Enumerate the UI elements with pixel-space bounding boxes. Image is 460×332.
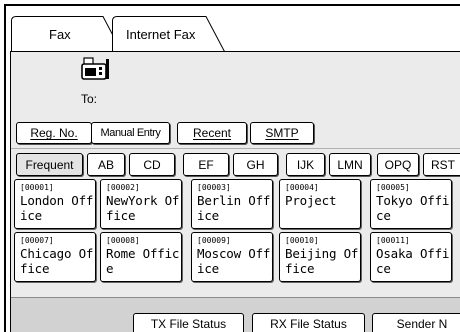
bottom-bar: TX File Status RX File Status Sender N (11, 297, 460, 332)
entry-number: [00002] (106, 183, 140, 192)
destination-area[interactable]: To: (11, 52, 460, 117)
entry-number: [00007] (20, 236, 54, 245)
entry-name-line2: fice (285, 261, 315, 276)
entry-name-line1: Chicago Of (20, 246, 94, 261)
entry-name-line2: ce (376, 208, 391, 223)
tx-file-status-label: TX File Status (150, 317, 227, 331)
entry-name-line1: Osaka Offi (376, 246, 450, 261)
tab-fax[interactable]: Fax (11, 16, 123, 53)
entry-number: [00008] (106, 236, 140, 245)
index-tab-label: LMN (337, 158, 363, 172)
smtp-label: SMTP (265, 126, 299, 140)
sender-name-button[interactable]: Sender N (372, 313, 460, 332)
entry-name-line1: NewYork Of (106, 193, 180, 208)
entry-name-line2: fice (20, 261, 50, 276)
entry-number: [00004] (285, 183, 319, 192)
entry-name-line1: Moscow Off (197, 246, 271, 261)
index-tab-label: Frequent (25, 158, 74, 172)
index-tab-label: RST (431, 158, 455, 172)
tab-internet-fax[interactable]: Internet Fax (112, 16, 226, 53)
index-tab-ijk[interactable]: IJK (286, 153, 325, 176)
entry-name-line2: ice (197, 261, 219, 276)
index-tab-ef[interactable]: EF (183, 153, 229, 176)
index-tab-label: EF (198, 158, 214, 172)
index-tab-rst[interactable]: RST (423, 153, 460, 176)
index-tab-cd[interactable]: CD (129, 153, 175, 176)
tab-fax-label: Fax (49, 27, 71, 42)
destination-entry[interactable]: [00002] NewYork Of fice (100, 179, 182, 229)
index-tab-opq[interactable]: OPQ (377, 153, 419, 176)
entry-name-line1: Beijing Of (285, 246, 359, 261)
internet-fax-panel: To: Reg. No. Manual Entry Recent SMTP Fr… (10, 51, 460, 332)
destination-entry[interactable]: [00011] Osaka Offi ce (370, 232, 452, 282)
index-tab-ab[interactable]: AB (87, 153, 125, 176)
entry-number: [00010] (285, 236, 319, 245)
entry-name-line2: fice (106, 208, 136, 223)
destination-entry[interactable]: [00010] Beijing Of fice (279, 232, 361, 282)
index-tab-lmn[interactable]: LMN (329, 153, 371, 176)
entry-name-line2: e (106, 261, 114, 276)
recent-label: Recent (192, 126, 232, 140)
destination-entry[interactable]: [00008] Rome Offic e (100, 232, 182, 282)
entry-name-line1: London Off (20, 193, 94, 208)
tab-internet-fax-label: Internet Fax (126, 27, 196, 42)
index-tab-label: IJK (296, 158, 315, 172)
index-tab-gh[interactable]: GH (233, 153, 278, 176)
rx-file-status-label: RX File Status (270, 317, 347, 331)
entry-name-line1: Rome Offic (106, 246, 180, 261)
index-tab-frequent[interactable]: Frequent (16, 153, 83, 176)
fax-machine-icon (81, 57, 109, 80)
entry-name-line1: Tokyo Offi (376, 193, 450, 208)
destination-entry[interactable]: [00009] Moscow Off ice (191, 232, 273, 282)
reg-no-button[interactable]: Reg. No. (16, 122, 92, 144)
manual-entry-label: Manual Entry (100, 127, 161, 139)
manual-entry-button[interactable]: Manual Entry (91, 122, 170, 144)
entry-name-line1: Project (285, 193, 337, 208)
entry-number: [00003] (197, 183, 231, 192)
index-tab-label: OPQ (384, 158, 412, 172)
entry-number: [00011] (376, 236, 410, 245)
entry-name-line2: ice (20, 208, 42, 223)
destination-entry[interactable]: [00005] Tokyo Offi ce (370, 179, 452, 229)
tx-file-status-button[interactable]: TX File Status (133, 313, 244, 332)
entry-number: [00009] (197, 236, 231, 245)
recent-button[interactable]: Recent (177, 122, 247, 144)
divider (11, 148, 460, 149)
sender-name-label: Sender N (396, 317, 448, 331)
destination-entry[interactable]: [00003] Berlin Off ice (191, 179, 273, 229)
to-label: To: (81, 92, 98, 106)
index-tab-label: AB (97, 158, 114, 172)
destination-entry[interactable]: [00004] Project (279, 179, 361, 229)
rx-file-status-button[interactable]: RX File Status (252, 313, 365, 332)
index-tab-label: GH (246, 158, 265, 172)
entry-name-line2: ce (376, 261, 391, 276)
destination-entry[interactable]: [00007] Chicago Of fice (14, 232, 96, 282)
index-tab-label: CD (143, 158, 161, 172)
entry-name-line2: ice (197, 208, 219, 223)
smtp-button[interactable]: SMTP (250, 122, 314, 144)
entry-number: [00005] (376, 183, 410, 192)
reg-no-label: Reg. No. (30, 126, 78, 140)
entry-name-line1: Berlin Off (197, 193, 271, 208)
entry-number: [00001] (20, 183, 54, 192)
destination-entry[interactable]: [00001] London Off ice (14, 179, 96, 229)
